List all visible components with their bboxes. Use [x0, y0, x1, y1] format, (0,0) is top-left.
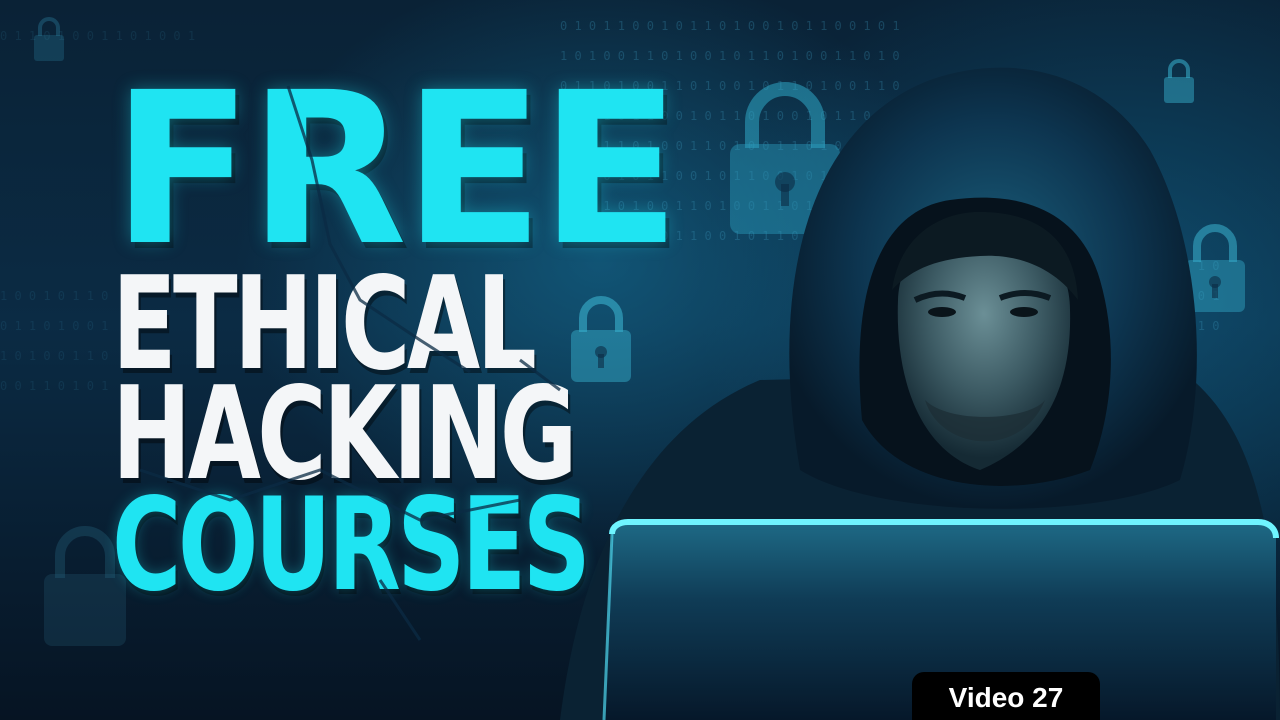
video-number-badge: Video 27	[912, 672, 1100, 720]
headline: FREE ETHICAL HACKING COURSES	[112, 47, 680, 621]
video-thumbnail[interactable]: 0 1 0 1 1 0 0 1 0 1 1 0 1 0 0 1 0 1 1 0 …	[0, 0, 1280, 720]
headline-free: FREE	[112, 47, 680, 292]
headline-courses: COURSES	[112, 471, 591, 621]
